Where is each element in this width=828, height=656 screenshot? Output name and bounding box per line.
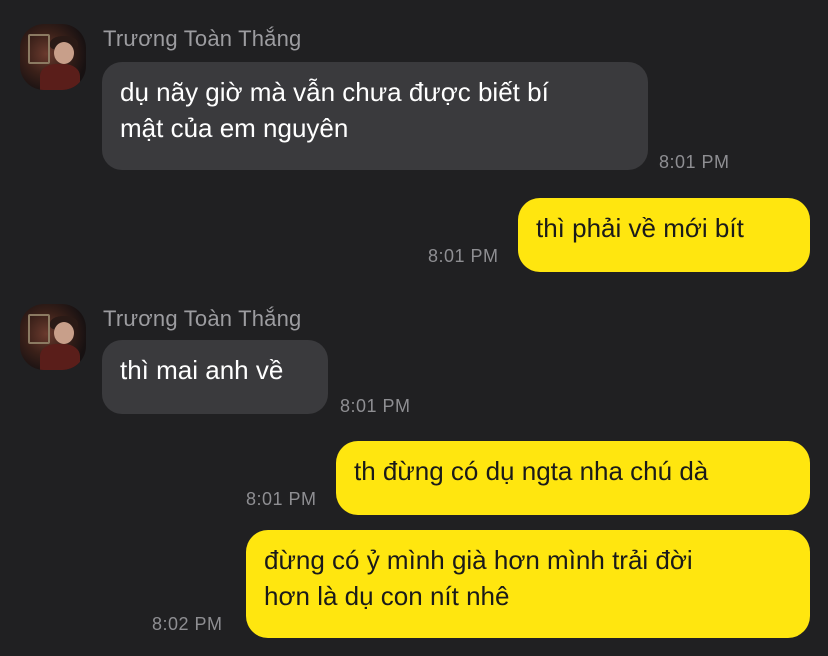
message-bubble-outgoing[interactable]: thì phải về mới bít: [518, 198, 810, 272]
avatar-frame-detail: [28, 34, 50, 64]
avatar-head-detail: [54, 42, 74, 64]
message-bubble-outgoing[interactable]: th đừng có dụ ngta nha chú dà: [336, 441, 810, 515]
message-text-line: hơn là dụ con nít nhê: [264, 581, 510, 611]
message-timestamp: 8:01 PM: [340, 396, 411, 416]
message-timestamp: 8:01 PM: [428, 246, 499, 266]
message-bubble-incoming[interactable]: dụ nãy giờ mà vẫn chưa được biết bí mật …: [102, 62, 648, 170]
message-timestamp: 8:01 PM: [246, 489, 317, 509]
message-bubble-incoming[interactable]: thì mai anh về: [102, 340, 328, 414]
sender-avatar[interactable]: [20, 24, 86, 90]
message-timestamp: 8:01 PM: [659, 152, 730, 172]
avatar-body-detail: [40, 64, 80, 90]
message-bubble-outgoing[interactable]: đừng có ỷ mình già hơn mình trải đời hơn…: [246, 530, 810, 638]
avatar-body-detail: [40, 344, 80, 370]
message-text: thì mai anh về: [120, 355, 284, 385]
message-text-line: mật của em nguyên: [120, 113, 349, 143]
message-timestamp: 8:02 PM: [152, 614, 223, 634]
sender-avatar[interactable]: [20, 304, 86, 370]
message-text: th đừng có dụ ngta nha chú dà: [354, 456, 709, 486]
sender-name: Trương Toàn Thắng: [103, 306, 302, 331]
message-text-line: dụ nãy giờ mà vẫn chưa được biết bí: [120, 77, 549, 107]
message-text: thì phải về mới bít: [536, 213, 744, 243]
message-text-line: đừng có ỷ mình già hơn mình trải đời: [264, 545, 693, 575]
sender-name: Trương Toàn Thắng: [103, 26, 302, 51]
avatar-head-detail: [54, 322, 74, 344]
avatar-frame-detail: [28, 314, 50, 344]
